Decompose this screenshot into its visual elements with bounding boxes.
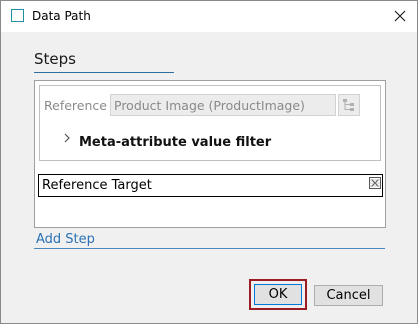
steps-heading-underline <box>34 72 174 73</box>
window-title: Data Path <box>32 9 91 23</box>
reference-target-field[interactable]: Reference Target <box>38 174 383 197</box>
reference-picker-button[interactable] <box>338 94 360 116</box>
data-path-dialog: Data Path Steps Reference Product Image … <box>0 0 418 324</box>
reference-target-label: Reference Target <box>42 178 152 193</box>
tree-picker-icon <box>343 99 354 111</box>
steps-panel: Reference Product Image (ProductImage) M… <box>34 80 386 228</box>
cancel-button[interactable]: Cancel <box>314 285 383 306</box>
chevron-right-icon[interactable] <box>62 132 72 144</box>
title-bar: Data Path <box>1 1 417 32</box>
steps-heading: Steps <box>34 50 76 68</box>
dialog-body: Steps Reference Product Image (ProductIm… <box>1 32 417 323</box>
add-step-divider <box>34 248 385 249</box>
app-square-icon <box>11 9 24 22</box>
reference-label: Reference <box>44 98 107 113</box>
reference-field[interactable]: Product Image (ProductImage) <box>110 94 336 116</box>
ok-button[interactable]: OK <box>254 284 302 305</box>
add-step-link[interactable]: Add Step <box>36 232 95 247</box>
meta-attribute-filter-label[interactable]: Meta-attribute value filter <box>79 135 271 150</box>
close-button[interactable] <box>383 1 417 32</box>
close-icon <box>394 10 406 22</box>
remove-icon[interactable] <box>369 177 381 189</box>
reference-step-box: Reference Product Image (ProductImage) M… <box>39 85 381 161</box>
